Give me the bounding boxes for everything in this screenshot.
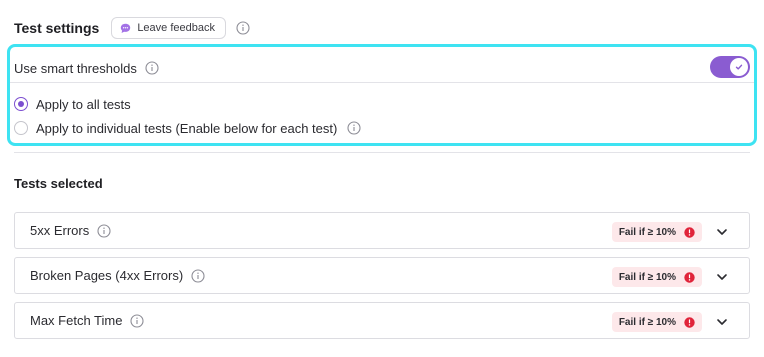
toggle-knob — [730, 58, 748, 76]
info-icon[interactable] — [347, 121, 361, 135]
page-title: Test settings — [14, 20, 100, 36]
badge-label: Fail if ≥ 10% — [618, 226, 676, 238]
fail-threshold-badge: Fail if ≥ 10% — [611, 312, 702, 332]
badge-label: Fail if ≥ 10% — [618, 271, 676, 283]
alert-icon — [684, 271, 695, 283]
divider — [10, 82, 754, 83]
settings-header: Test settings Leave feedback — [14, 16, 250, 40]
radio-label: Apply to all tests — [36, 96, 131, 112]
checkmark-icon — [735, 64, 743, 70]
chat-bubble-icon — [120, 23, 131, 34]
info-icon[interactable] — [130, 313, 145, 328]
fail-threshold-badge: Fail if ≥ 10% — [611, 222, 702, 242]
test-row-max-fetch-time[interactable]: Max Fetch Time Fail if ≥ 10% — [14, 302, 750, 339]
section-divider — [14, 152, 750, 153]
fail-threshold-badge: Fail if ≥ 10% — [611, 267, 702, 287]
leave-feedback-button[interactable]: Leave feedback — [111, 17, 226, 39]
info-icon[interactable] — [145, 61, 159, 75]
smart-thresholds-panel: Use smart thresholds Apply to all tests … — [7, 44, 757, 146]
test-name: 5xx Errors — [30, 223, 90, 238]
radio-apply-individual-tests[interactable]: Apply to individual tests (Enable below … — [14, 118, 361, 138]
radio-button-selected[interactable] — [14, 97, 28, 111]
smart-thresholds-label: Use smart thresholds — [14, 60, 137, 76]
radio-label: Apply to individual tests (Enable below … — [36, 120, 338, 136]
leave-feedback-label: Leave feedback — [137, 22, 215, 34]
info-icon[interactable] — [97, 223, 111, 238]
chevron-down-icon[interactable] — [715, 225, 729, 239]
chevron-down-icon[interactable] — [715, 315, 729, 329]
badge-label: Fail if ≥ 10% — [618, 316, 676, 328]
test-name: Broken Pages (4xx Errors) — [30, 268, 184, 283]
smart-thresholds-row: Use smart thresholds — [14, 54, 750, 82]
alert-icon — [684, 316, 695, 328]
test-row-broken-pages[interactable]: Broken Pages (4xx Errors) Fail if ≥ 10% — [14, 257, 750, 294]
tests-selected-title: Tests selected — [14, 176, 103, 191]
alert-icon — [684, 226, 695, 238]
chevron-down-icon[interactable] — [715, 270, 729, 284]
info-icon[interactable] — [191, 268, 205, 283]
info-icon[interactable] — [236, 21, 250, 35]
radio-button[interactable] — [14, 121, 28, 135]
smart-thresholds-toggle[interactable] — [710, 56, 750, 78]
test-row-5xx-errors[interactable]: 5xx Errors Fail if ≥ 10% — [14, 212, 750, 249]
test-name: Max Fetch Time — [30, 313, 123, 328]
radio-apply-all-tests[interactable]: Apply to all tests — [14, 94, 131, 114]
